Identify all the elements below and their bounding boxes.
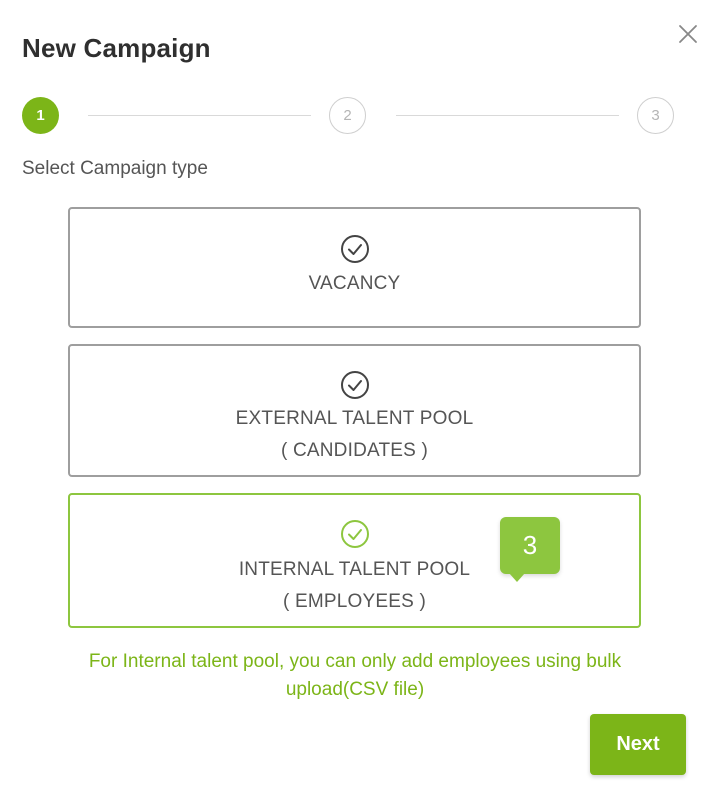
campaign-type-sublabel: ( CANDIDATES ) bbox=[280, 440, 429, 461]
stepper: 1 2 3 bbox=[22, 97, 674, 135]
stepper-connector bbox=[396, 115, 619, 116]
check-circle-icon bbox=[340, 371, 369, 399]
close-icon[interactable] bbox=[676, 22, 700, 46]
campaign-type-vacancy[interactable]: VACANCY bbox=[68, 207, 641, 328]
section-label: Select Campaign type bbox=[22, 158, 208, 179]
check-circle-icon bbox=[340, 520, 369, 548]
campaign-type-label: EXTERNAL TALENT POOL bbox=[235, 408, 474, 429]
new-campaign-dialog: New Campaign 1 2 3 Select Campaign type … bbox=[0, 0, 710, 794]
campaign-type-sublabel: ( EMPLOYEES ) bbox=[282, 591, 427, 612]
stepper-connector bbox=[88, 115, 311, 116]
check-circle-icon bbox=[340, 235, 369, 263]
info-note: For Internal talent pool, you can only a… bbox=[88, 651, 622, 700]
badge-pointer bbox=[509, 573, 525, 582]
campaign-type-external-talent-pool[interactable]: EXTERNAL TALENT POOL ( CANDIDATES ) bbox=[68, 344, 641, 477]
step-2: 2 bbox=[329, 97, 366, 134]
dialog-title: New Campaign bbox=[22, 33, 211, 63]
step-1: 1 bbox=[22, 97, 59, 134]
next-button[interactable]: Next bbox=[590, 714, 686, 775]
step-marker-badge: 3 bbox=[500, 517, 560, 574]
step-3: 3 bbox=[637, 97, 674, 134]
campaign-type-label: VACANCY bbox=[308, 273, 401, 294]
